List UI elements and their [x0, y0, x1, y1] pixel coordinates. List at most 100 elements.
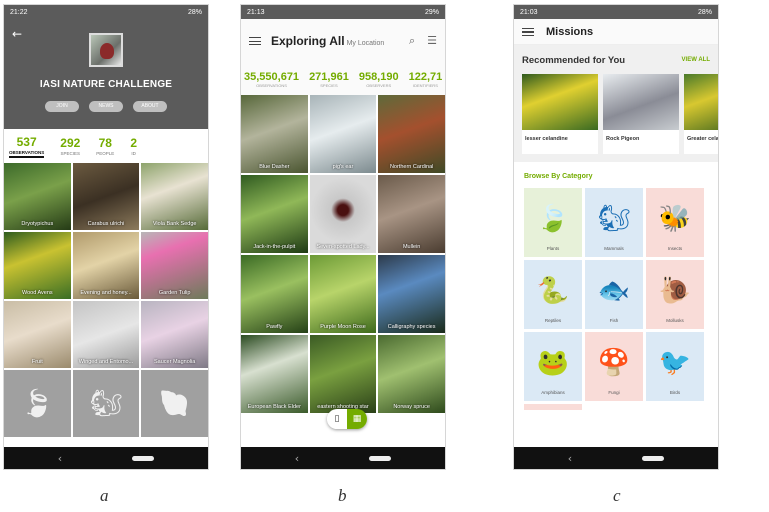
mission-image	[684, 74, 718, 130]
observation-tile[interactable]: pig's ear	[309, 95, 377, 173]
android-nav-bar: ‹	[514, 447, 718, 469]
observation-tile[interactable]: Seven-spotted Lady...	[309, 175, 377, 253]
nav-home-icon[interactable]	[369, 455, 392, 461]
observation-tile[interactable]: Garden Tulip	[141, 232, 208, 299]
stat-observers[interactable]: 958,190 OBSERVERS	[359, 71, 399, 88]
back-arrow-icon[interactable]: ←	[12, 27, 22, 41]
stat-num: 2	[130, 136, 137, 150]
observation-tile[interactable]: Jack-in-the-pulpit	[241, 175, 308, 253]
tile-label: Mullein	[402, 244, 421, 250]
category-fungi[interactable]: 🍄 Fungi	[585, 332, 643, 401]
iconic-tile[interactable]: 🐿	[72, 370, 140, 437]
stat-species[interactable]: 271,961 SPECIES	[309, 71, 349, 88]
view-all-link[interactable]: VIEW ALL	[682, 57, 710, 66]
nav-back-icon[interactable]: ‹	[295, 452, 299, 465]
stat-num: 292	[60, 136, 81, 150]
location-label[interactable]: My Location	[347, 40, 385, 47]
category-insects[interactable]: 🐝 Insects	[646, 188, 704, 257]
category-fish[interactable]: 🐟 Fish	[585, 260, 643, 329]
status-bar: 21:03 28%	[514, 5, 718, 19]
category-mammals[interactable]: 🐿 Mammals	[585, 188, 643, 257]
mission-label: Rock Pigeon	[606, 136, 640, 142]
category-mollusks[interactable]: 🐌 Mollusks	[646, 260, 704, 329]
filter-icon[interactable]: ☰	[427, 34, 437, 48]
stat-observations[interactable]: 35,550,671 OBSERVATIONS	[244, 71, 299, 88]
nav-back-icon[interactable]: ‹	[568, 452, 572, 465]
mission-card[interactable]: lesser celandine	[522, 74, 598, 154]
tile-label: Norway spruce	[393, 404, 430, 410]
stat-observations[interactable]: 537 OBSERVATIONS	[9, 134, 45, 158]
tile-label: pig's ear	[332, 164, 354, 170]
shell-icon: 🐚	[158, 388, 191, 419]
category-amphibians[interactable]: 🐸 Amphibians	[524, 332, 582, 401]
snake-icon: 🐍	[536, 275, 570, 306]
hamburger-menu-icon[interactable]	[522, 27, 534, 36]
bird-icon: 🐦	[658, 347, 692, 378]
squirrel-icon: 🐿	[597, 203, 631, 234]
mission-card[interactable]: Rock Pigeon	[603, 74, 679, 154]
stat-identifiers[interactable]: 2 ID	[130, 136, 137, 156]
observation-tile[interactable]: Saucer Magnolia	[141, 301, 208, 368]
stat-num: 122,71	[408, 70, 443, 83]
mushroom-icon: 🍄	[597, 347, 631, 378]
hamburger-menu-icon[interactable]	[249, 37, 261, 45]
about-button[interactable]: ABOUT	[133, 101, 167, 112]
status-battery: 28%	[697, 8, 712, 16]
observation-tile[interactable]: European Black Elder	[241, 335, 308, 413]
iconic-tile[interactable]: 🍃	[4, 370, 71, 437]
observation-tile[interactable]: Viola Bank Sedge	[141, 163, 208, 230]
observation-tile[interactable]: Blue Dasher	[241, 95, 308, 173]
mission-image	[522, 74, 598, 130]
mission-card[interactable]: Greater celandine	[684, 74, 718, 154]
tile-label: European Black Elder	[247, 404, 301, 410]
nav-home-icon[interactable]	[132, 455, 155, 461]
search-icon[interactable]: ⌕	[409, 34, 415, 48]
iconic-tile[interactable]: 🐚	[141, 370, 208, 437]
tile-label: Fruit	[31, 359, 43, 365]
observation-tile[interactable]: Northern Cardinal	[378, 95, 445, 173]
mission-image	[603, 74, 679, 130]
fish-icon: 🐟	[597, 275, 631, 306]
leaf-icon: 🍃	[21, 388, 54, 419]
map-view-icon[interactable]: ▯	[327, 409, 347, 429]
observation-tile[interactable]: Pawfly	[241, 255, 308, 333]
stat-num: 958,190	[358, 70, 399, 83]
stat-species[interactable]: 292 SPECIES	[60, 136, 80, 156]
observation-tile[interactable]: Wood Avens	[4, 232, 71, 299]
observation-tile[interactable]: Fruit	[4, 301, 71, 368]
nav-home-icon[interactable]	[642, 455, 665, 461]
observation-tile[interactable]: eastern shooting star	[309, 335, 377, 413]
figure: 21:22 28% ← IASI NATURE CHALLENGE JOIN N…	[0, 0, 769, 512]
stat-label: OBSERVERS	[366, 82, 392, 88]
stat-label: PEOPLE	[96, 151, 115, 156]
explore-stats: 35,550,671 OBSERVATIONS 271,961 SPECIES 95…	[241, 63, 445, 95]
news-button[interactable]: NEWS	[89, 101, 123, 112]
observation-tile[interactable]: Dryotypichus	[4, 163, 71, 230]
observation-tile[interactable]: Calligraphy species	[378, 255, 445, 333]
browse-section: Browse By Category 🍃 Plants 🐿 Mammals 🐝 Insec…	[514, 162, 718, 421]
nav-back-icon[interactable]: ‹	[58, 452, 62, 465]
stat-identifiers[interactable]: 122,71 IDENTIFIERS	[409, 71, 443, 88]
header-actions: ⌕ ☰	[409, 34, 437, 48]
snail-icon: 🐌	[658, 275, 692, 306]
category-plants[interactable]: 🍃 Plants	[524, 188, 582, 257]
observation-tile[interactable]: Winged and Entomo...	[72, 301, 140, 368]
tile-label: Calligraphy species	[387, 324, 436, 330]
stat-num: 537	[16, 134, 37, 149]
category-reptiles[interactable]: 🐍 Reptiles	[524, 260, 582, 329]
mission-label: lesser celandine	[525, 136, 568, 142]
observation-tile[interactable]: Mullein	[378, 175, 445, 253]
tile-label: Purple Moon Rose	[320, 324, 366, 330]
android-nav-bar: ‹	[241, 447, 445, 469]
stat-people[interactable]: 78 PEOPLE	[96, 136, 114, 156]
observation-tile[interactable]: Evening and honey...	[72, 232, 140, 299]
grid-view-icon[interactable]: ▦	[347, 409, 367, 429]
observation-tile[interactable]: Purple Moon Rose	[309, 255, 377, 333]
join-button[interactable]: JOIN	[45, 101, 79, 112]
observation-tile[interactable]: Carabus ulrichi	[72, 163, 140, 230]
phone-project-screen: 21:22 28% ← IASI NATURE CHALLENGE JOIN N…	[3, 4, 209, 470]
observation-tile[interactable]: Norway spruce	[378, 335, 445, 413]
leaf-icon: 🍃	[536, 203, 570, 234]
category-birds[interactable]: 🐦 Birds	[646, 332, 704, 401]
stat-num: 35,550,671	[244, 70, 300, 83]
